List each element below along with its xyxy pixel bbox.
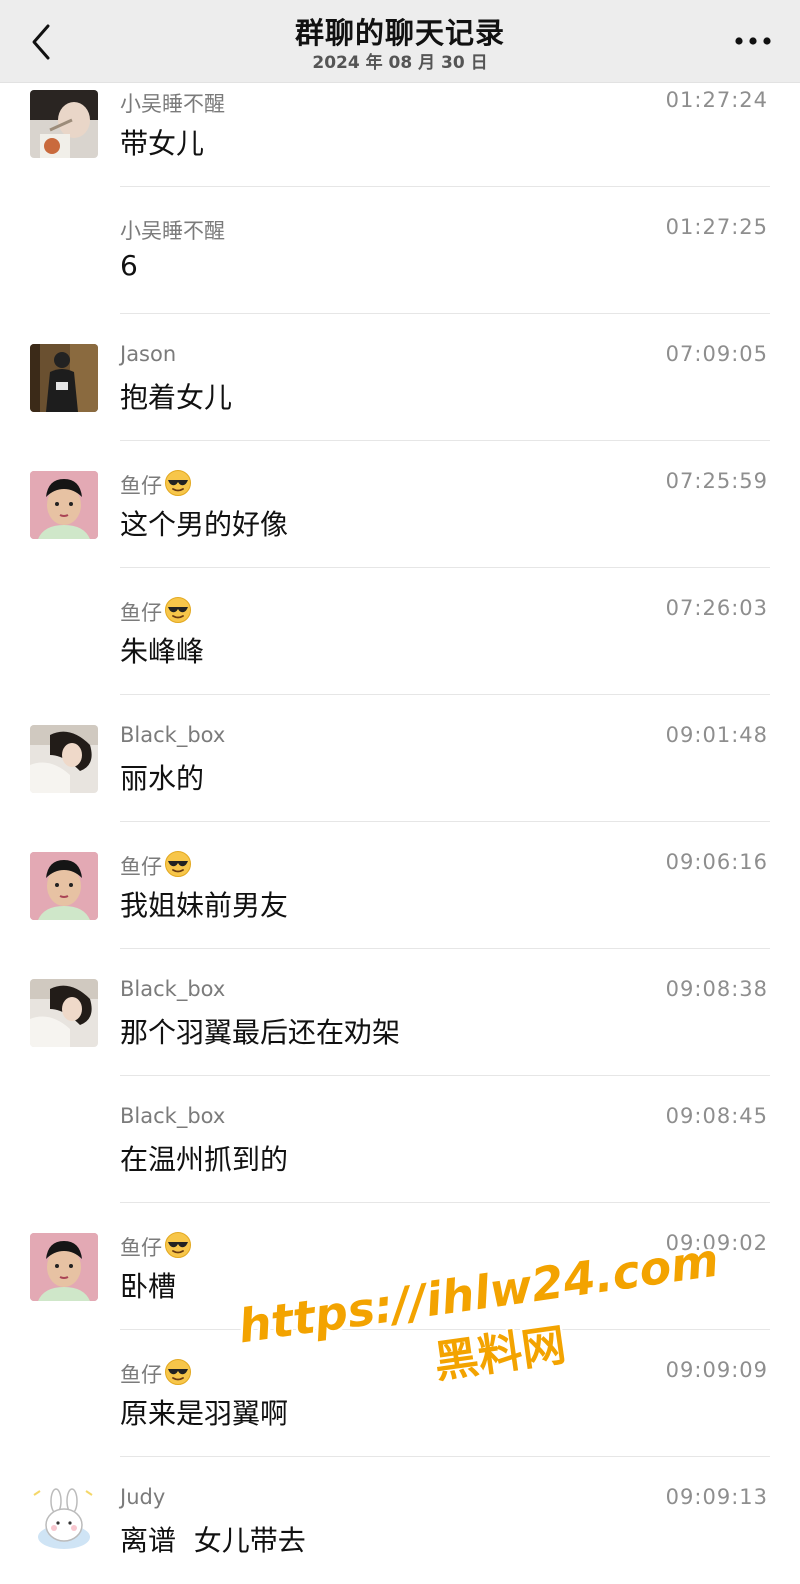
chat-message[interactable]: 小吴睡不醒 01:27:25 6 [0,187,800,314]
sunglasses-emoji-icon [164,1358,192,1391]
page-date: 2024 年 08 月 30 日 [312,53,488,73]
sender-name-text: Black_box [120,723,226,747]
message-time: 09:09:02 [665,1231,768,1255]
sender-name-text: 小吴睡不醒 [120,219,225,243]
message-text: 在温州抓到的 [120,1143,289,1176]
sender-name-text: Black_box [120,977,226,1001]
chat-message[interactable]: 小吴睡不醒 01:27:24 带女儿 [0,82,800,187]
message-text: 原来是羽翼啊 [120,1397,289,1430]
sender-name: 鱼仔 [120,1358,192,1391]
sender-name-text: 小吴睡不醒 [120,92,225,116]
chat-message[interactable]: Black_box 09:01:48 丽水的 [0,695,800,822]
message-text: 朱峰峰 [120,635,205,668]
sender-name-text: Jason [120,342,177,366]
avatar[interactable] [30,852,98,920]
message-time: 01:27:24 [665,88,768,112]
message-time: 07:09:05 [665,342,768,366]
sender-name-text: Black_box [120,1104,226,1128]
avatar[interactable] [30,1487,98,1555]
message-time: 09:09:09 [665,1358,768,1382]
sender-name: 鱼仔 [120,469,192,502]
sender-name: 小吴睡不醒 [120,88,225,118]
more-button[interactable] [728,24,778,58]
chat-message[interactable]: 鱼仔 07:25:59 这个男的好像 [0,441,800,568]
message-time: 09:06:16 [665,850,768,874]
sunglasses-emoji-icon [164,469,192,502]
message-time: 09:09:13 [665,1485,768,1509]
sender-name: Judy [120,1485,165,1509]
chat-message[interactable]: Black_box 09:08:45 在温州抓到的 [0,1076,800,1203]
chat-message[interactable]: Black_box 09:08:38 那个羽翼最后还在劝架 [0,949,800,1076]
message-time: 07:25:59 [665,469,768,493]
sender-name: 鱼仔 [120,850,192,883]
message-time: 09:08:45 [665,1104,768,1128]
message-text: 抱着女儿 [120,381,233,414]
message-text: 那个羽翼最后还在劝架 [120,1016,401,1049]
chat-message[interactable]: 鱼仔 09:06:16 我姐妹前男友 [0,822,800,949]
sender-name-text: 鱼仔 [120,1236,162,1260]
message-time: 09:08:38 [665,977,768,1001]
more-dots-icon [735,37,771,45]
message-text: 带女儿 [120,127,205,160]
sender-name: 鱼仔 [120,596,192,629]
sender-name: 小吴睡不醒 [120,215,225,245]
avatar[interactable] [30,90,98,158]
chat-message[interactable]: Judy 09:09:13 离谱 女儿带去 [0,1457,800,1584]
message-text: 离谱 女儿带去 [120,1524,306,1557]
sender-name-text: 鱼仔 [120,601,162,625]
message-list: 小吴睡不醒 01:27:24 带女儿 小吴睡不醒 01:27:25 6 Jason 07:09… [0,82,800,1584]
chat-message[interactable]: Jason 07:09:05 抱着女儿 [0,314,800,441]
sunglasses-emoji-icon [164,1231,192,1264]
sender-name-text: 鱼仔 [120,1363,162,1387]
message-time: 07:26:03 [665,596,768,620]
avatar[interactable] [30,471,98,539]
message-time: 01:27:25 [665,215,768,239]
chat-message[interactable]: 鱼仔 09:09:09 原来是羽翼啊 [0,1330,800,1457]
avatar[interactable] [30,1233,98,1301]
top-bar: 群聊的聊天记录 2024 年 08 月 30 日 [0,0,800,83]
avatar[interactable] [30,979,98,1047]
message-time: 09:01:48 [665,723,768,747]
chat-message[interactable]: 鱼仔 07:26:03 朱峰峰 [0,568,800,695]
sender-name: Black_box [120,1104,225,1128]
message-text: 卧槽 [120,1270,177,1303]
message-text: 我姐妹前男友 [120,889,289,922]
message-text: 6 [120,249,138,282]
sender-name-text: 鱼仔 [120,855,162,879]
chat-message[interactable]: 鱼仔 09:09:02 卧槽 [0,1203,800,1330]
sender-name-text: Judy [120,1485,166,1509]
message-text: 这个男的好像 [120,508,289,541]
sender-name: Black_box [120,977,225,1001]
sender-name: Jason [120,342,176,366]
sender-name: 鱼仔 [120,1231,192,1264]
sender-name: Black_box [120,723,225,747]
sunglasses-emoji-icon [164,850,192,883]
avatar[interactable] [30,725,98,793]
message-text: 丽水的 [120,762,205,795]
sunglasses-emoji-icon [164,596,192,629]
sender-name-text: 鱼仔 [120,474,162,498]
avatar[interactable] [30,344,98,412]
page-title: 群聊的聊天记录 [294,16,505,50]
